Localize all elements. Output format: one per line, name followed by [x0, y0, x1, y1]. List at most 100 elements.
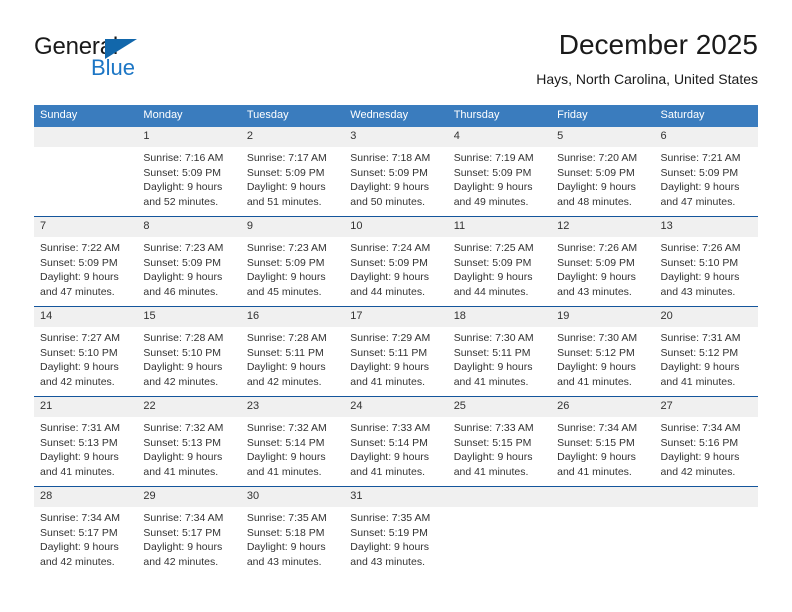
weekday-header-friday: Friday — [551, 105, 655, 127]
day-number: 23 — [240, 397, 345, 417]
sunset-text: Sunset: 5:09 PM — [453, 166, 532, 179]
daylight-text-line2: and 46 minutes. — [143, 285, 219, 298]
daylight-text-line1: Daylight: 9 hours — [557, 181, 636, 194]
sunrise-text: Sunrise: 7:23 AM — [246, 242, 327, 254]
sunset-text: Sunset: 5:09 PM — [350, 166, 428, 179]
daylight-text-line2: and 43 minutes. — [660, 285, 736, 298]
daylight-text-line1: Daylight: 9 hours — [350, 541, 430, 554]
day-number — [654, 487, 758, 507]
calendar-page: General Blue December 2025 Hays, North C… — [0, 0, 792, 612]
sunrise-text: Sunrise: 7:31 AM — [40, 422, 120, 434]
day-number: 19 — [551, 307, 655, 327]
daylight-text-line2: and 41 minutes. — [143, 465, 219, 478]
sunrise-text: Sunrise: 7:30 AM — [557, 332, 638, 344]
day-number: 20 — [654, 307, 758, 327]
daylight-text-line1: Daylight: 9 hours — [143, 271, 223, 284]
daylight-text-line2: and 47 minutes. — [40, 285, 115, 298]
calendar-day-cell: 8 Sunrise: 7:23 AM Sunset: 5:09 PM Dayli… — [137, 216, 241, 307]
daylight-text-line1: Daylight: 9 hours — [453, 271, 533, 284]
calendar-day-cell: 19 Sunrise: 7:30 AM Sunset: 5:12 PM Dayl… — [551, 306, 655, 397]
calendar-day-cell: 17 Sunrise: 7:29 AM Sunset: 5:11 PM Dayl… — [344, 306, 448, 397]
daylight-text-line2: and 42 minutes. — [40, 555, 115, 568]
day-details: Sunrise: 7:25 AM Sunset: 5:09 PM Dayligh… — [448, 237, 551, 299]
calendar-day-cell: 28 Sunrise: 7:34 AM Sunset: 5:17 PM Dayl… — [34, 486, 138, 576]
daylight-text-line1: Daylight: 9 hours — [246, 361, 326, 374]
day-details: Sunrise: 7:28 AM Sunset: 5:11 PM Dayligh… — [241, 327, 344, 389]
page-header: General Blue December 2025 Hays, North C… — [34, 28, 758, 98]
day-details: Sunrise: 7:31 AM Sunset: 5:13 PM Dayligh… — [34, 417, 137, 479]
day-details: Sunrise: 7:33 AM Sunset: 5:14 PM Dayligh… — [344, 417, 447, 479]
calendar-day-cell: 20 Sunrise: 7:31 AM Sunset: 5:12 PM Dayl… — [654, 306, 758, 397]
daylight-text-line2: and 41 minutes. — [350, 375, 425, 388]
calendar-header-row: Sunday Monday Tuesday Wednesday Thursday… — [34, 105, 758, 127]
daylight-text-line2: and 42 minutes. — [246, 375, 322, 388]
day-number: 11 — [447, 217, 552, 237]
sunset-text: Sunset: 5:10 PM — [660, 256, 739, 269]
day-number — [551, 487, 655, 507]
daylight-text-line2: and 41 minutes. — [453, 465, 529, 478]
day-details: Sunrise: 7:32 AM Sunset: 5:14 PM Dayligh… — [241, 417, 344, 479]
weekday-header-wednesday: Wednesday — [344, 105, 448, 127]
sunset-text: Sunset: 5:10 PM — [40, 346, 118, 359]
daylight-text-line1: Daylight: 9 hours — [660, 271, 740, 284]
sunset-text: Sunset: 5:09 PM — [350, 256, 428, 269]
calendar-day-cell: 7 Sunrise: 7:22 AM Sunset: 5:09 PM Dayli… — [34, 216, 138, 307]
day-details: Sunrise: 7:33 AM Sunset: 5:15 PM Dayligh… — [448, 417, 551, 479]
day-details: Sunrise: 7:24 AM Sunset: 5:09 PM Dayligh… — [344, 237, 447, 299]
calendar-day-cell — [34, 127, 138, 217]
day-details: Sunrise: 7:18 AM Sunset: 5:09 PM Dayligh… — [344, 147, 447, 209]
daylight-text-line1: Daylight: 9 hours — [350, 361, 430, 374]
calendar-day-cell: 25 Sunrise: 7:33 AM Sunset: 5:15 PM Dayl… — [447, 396, 552, 487]
sunset-text: Sunset: 5:12 PM — [557, 346, 635, 359]
day-number: 28 — [34, 487, 138, 507]
sunrise-text: Sunrise: 7:27 AM — [40, 332, 120, 344]
daylight-text-line2: and 44 minutes. — [453, 285, 529, 298]
sunset-text: Sunset: 5:12 PM — [660, 346, 739, 359]
sunrise-text: Sunrise: 7:34 AM — [557, 422, 638, 434]
daylight-text-line1: Daylight: 9 hours — [246, 271, 326, 284]
calendar-day-cell: 4 Sunrise: 7:19 AM Sunset: 5:09 PM Dayli… — [447, 127, 552, 217]
calendar-day-cell: 13 Sunrise: 7:26 AM Sunset: 5:10 PM Dayl… — [654, 216, 758, 307]
day-details: Sunrise: 7:26 AM Sunset: 5:09 PM Dayligh… — [551, 237, 654, 299]
day-number: 31 — [344, 487, 448, 507]
sunset-text: Sunset: 5:11 PM — [350, 346, 428, 359]
sunset-text: Sunset: 5:09 PM — [246, 256, 325, 269]
calendar-day-cell: 27 Sunrise: 7:34 AM Sunset: 5:16 PM Dayl… — [654, 396, 758, 487]
sunrise-text: Sunrise: 7:26 AM — [660, 242, 741, 254]
sunrise-text: Sunrise: 7:32 AM — [143, 422, 224, 434]
day-number: 9 — [240, 217, 345, 237]
sunrise-text: Sunrise: 7:18 AM — [350, 152, 431, 164]
day-number: 15 — [137, 307, 241, 327]
daylight-text-line1: Daylight: 9 hours — [40, 541, 119, 554]
weekday-header-thursday: Thursday — [447, 105, 552, 127]
sunset-text: Sunset: 5:11 PM — [246, 346, 324, 359]
daylight-text-line2: and 41 minutes. — [246, 465, 322, 478]
weekday-header-monday: Monday — [137, 105, 241, 127]
calendar-body: 1 Sunrise: 7:16 AM Sunset: 5:09 PM Dayli… — [34, 127, 758, 576]
sunset-text: Sunset: 5:09 PM — [143, 256, 222, 269]
calendar-day-cell: 2 Sunrise: 7:17 AM Sunset: 5:09 PM Dayli… — [240, 127, 345, 217]
sunrise-text: Sunrise: 7:34 AM — [660, 422, 741, 434]
daylight-text-line2: and 41 minutes. — [660, 375, 736, 388]
logo-text-blue: Blue — [91, 55, 136, 80]
location-subtitle: Hays, North Carolina, United States — [536, 71, 758, 87]
calendar-day-cell: 14 Sunrise: 7:27 AM Sunset: 5:10 PM Dayl… — [34, 306, 138, 397]
sunrise-text: Sunrise: 7:28 AM — [143, 332, 224, 344]
day-number: 10 — [344, 217, 448, 237]
sunset-text: Sunset: 5:09 PM — [143, 166, 222, 179]
daylight-text-line1: Daylight: 9 hours — [246, 451, 326, 464]
calendar-day-cell: 1 Sunrise: 7:16 AM Sunset: 5:09 PM Dayli… — [137, 127, 241, 217]
daylight-text-line2: and 43 minutes. — [350, 555, 425, 568]
sunrise-text: Sunrise: 7:34 AM — [40, 512, 120, 524]
calendar-day-cell: 5 Sunrise: 7:20 AM Sunset: 5:09 PM Dayli… — [551, 127, 655, 217]
day-details: Sunrise: 7:23 AM Sunset: 5:09 PM Dayligh… — [137, 237, 240, 299]
daylight-text-line1: Daylight: 9 hours — [350, 451, 430, 464]
sunrise-text: Sunrise: 7:28 AM — [246, 332, 327, 344]
sunset-text: Sunset: 5:14 PM — [350, 436, 428, 449]
general-blue-logo: General Blue — [34, 34, 214, 90]
sunset-text: Sunset: 5:15 PM — [453, 436, 532, 449]
calendar-day-cell: 26 Sunrise: 7:34 AM Sunset: 5:15 PM Dayl… — [551, 396, 655, 487]
daylight-text-line2: and 41 minutes. — [40, 465, 115, 478]
daylight-text-line2: and 47 minutes. — [660, 195, 736, 208]
sunset-text: Sunset: 5:13 PM — [143, 436, 222, 449]
